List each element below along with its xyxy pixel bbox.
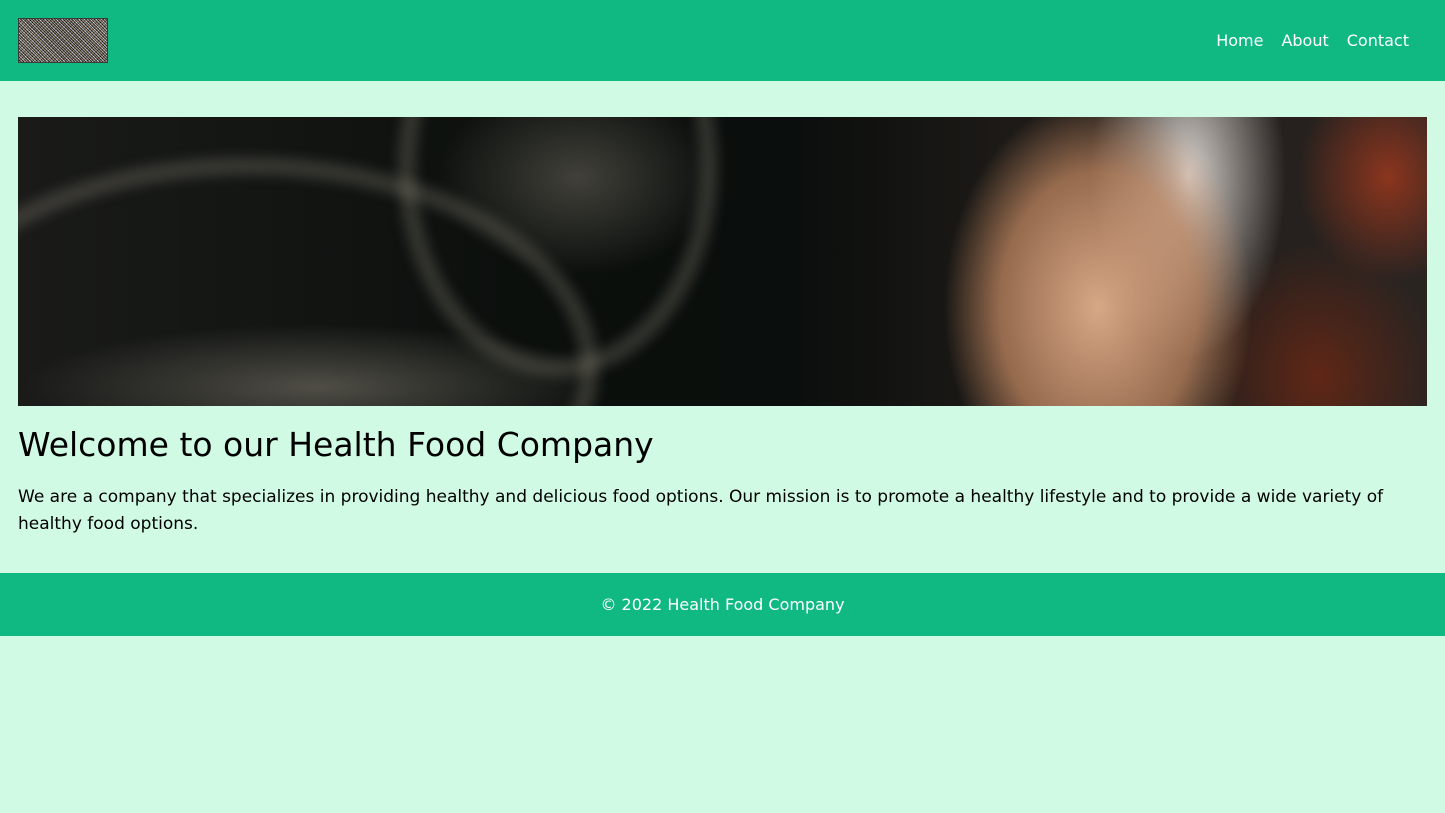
copyright-text: © 2022 Health Food Company [600, 595, 845, 614]
site-header: Home About Contact [0, 0, 1445, 81]
nav-link-home[interactable]: Home [1216, 31, 1263, 51]
main-content: Welcome to our Health Food Company We ar… [18, 424, 1427, 538]
nav-link-about[interactable]: About [1281, 31, 1328, 51]
hero-image [18, 117, 1427, 406]
logo-image[interactable] [18, 18, 108, 63]
site-footer: © 2022 Health Food Company [0, 573, 1445, 636]
company-description: We are a company that specializes in pro… [18, 487, 1384, 534]
main-nav: Home About Contact [1216, 31, 1409, 51]
page-title: Welcome to our Health Food Company [18, 425, 654, 464]
nav-link-contact[interactable]: Contact [1347, 31, 1409, 51]
